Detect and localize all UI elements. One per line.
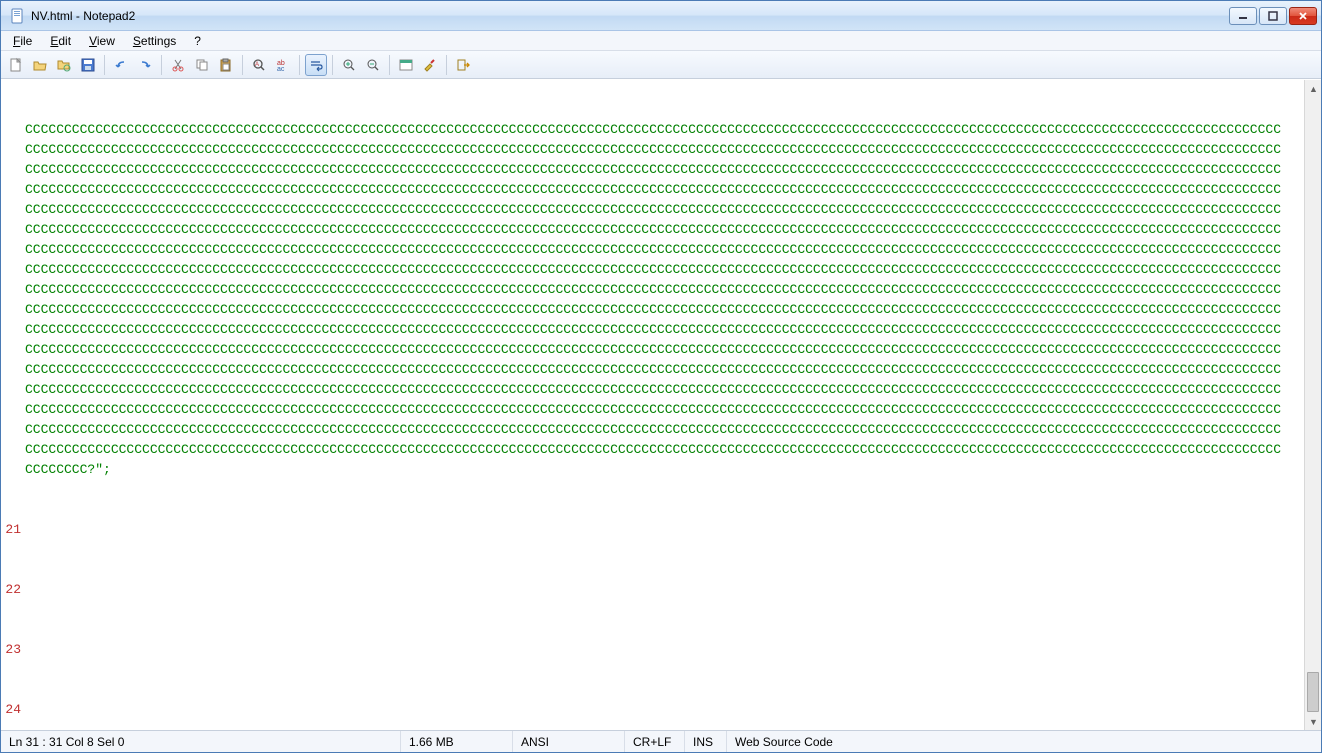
line-number: 21: [1, 520, 25, 540]
scroll-up-icon[interactable]: ▲: [1305, 80, 1321, 97]
status-eol[interactable]: CR+LF: [625, 731, 685, 752]
window-controls: [1229, 7, 1317, 25]
status-language[interactable]: Web Source Code: [727, 731, 1321, 752]
status-position: Ln 31 : 31 Col 8 Sel 0: [1, 731, 401, 752]
toolbar-separator: [332, 55, 333, 75]
menubar: File Edit View Settings ?: [1, 31, 1321, 51]
zoom-out-button[interactable]: [362, 54, 384, 76]
toolbar-separator: [104, 55, 105, 75]
toolbar-separator: [299, 55, 300, 75]
new-file-button[interactable]: [5, 54, 27, 76]
save-button[interactable]: [77, 54, 99, 76]
toolbar-separator: [161, 55, 162, 75]
vertical-scrollbar[interactable]: ▲ ▼: [1304, 80, 1321, 730]
code-editor[interactable]: CCCCCCCCCCCCCCCCCCCCCCCCCCCCCCCCCCCCCCCC…: [1, 80, 1304, 730]
toolbar-separator: [389, 55, 390, 75]
open-file-button[interactable]: [29, 54, 51, 76]
status-filesize: 1.66 MB: [401, 731, 513, 752]
line-number: 22: [1, 580, 25, 600]
titlebar[interactable]: NV.html - Notepad2: [1, 1, 1321, 31]
line-number: 24: [1, 700, 25, 720]
browse-button[interactable]: [53, 54, 75, 76]
menu-edit[interactable]: Edit: [42, 32, 79, 50]
menu-view[interactable]: View: [81, 32, 123, 50]
editor-area: CCCCCCCCCCCCCCCCCCCCCCCCCCCCCCCCCCCCCCCC…: [1, 79, 1321, 730]
toolbar-separator: [446, 55, 447, 75]
paste-button[interactable]: [215, 54, 237, 76]
svg-text:ac: ac: [277, 66, 285, 73]
undo-button[interactable]: [110, 54, 132, 76]
find-button[interactable]: A: [248, 54, 270, 76]
exit-button[interactable]: [452, 54, 474, 76]
window-title: NV.html - Notepad2: [31, 9, 1229, 23]
menu-help[interactable]: ?: [186, 32, 209, 50]
minimize-button[interactable]: [1229, 7, 1257, 25]
statusbar: Ln 31 : 31 Col 8 Sel 0 1.66 MB ANSI CR+L…: [1, 730, 1321, 752]
svg-text:A: A: [255, 62, 259, 68]
status-encoding[interactable]: ANSI: [513, 731, 625, 752]
app-icon: [10, 8, 26, 24]
replace-button[interactable]: abac: [272, 54, 294, 76]
cut-button[interactable]: [167, 54, 189, 76]
toolbar: A abac: [1, 51, 1321, 79]
line-number: 23: [1, 640, 25, 660]
word-wrap-button[interactable]: [305, 54, 327, 76]
status-insertmode[interactable]: INS: [685, 731, 727, 752]
scheme-button[interactable]: [395, 54, 417, 76]
close-button[interactable]: [1289, 7, 1317, 25]
customize-button[interactable]: [419, 54, 441, 76]
menu-settings[interactable]: Settings: [125, 32, 184, 50]
scroll-down-icon[interactable]: ▼: [1305, 713, 1321, 730]
toolbar-separator: [242, 55, 243, 75]
menu-file[interactable]: File: [5, 32, 40, 50]
scroll-thumb[interactable]: [1307, 672, 1319, 712]
redo-button[interactable]: [134, 54, 156, 76]
maximize-button[interactable]: [1259, 7, 1287, 25]
copy-button[interactable]: [191, 54, 213, 76]
zoom-in-button[interactable]: [338, 54, 360, 76]
